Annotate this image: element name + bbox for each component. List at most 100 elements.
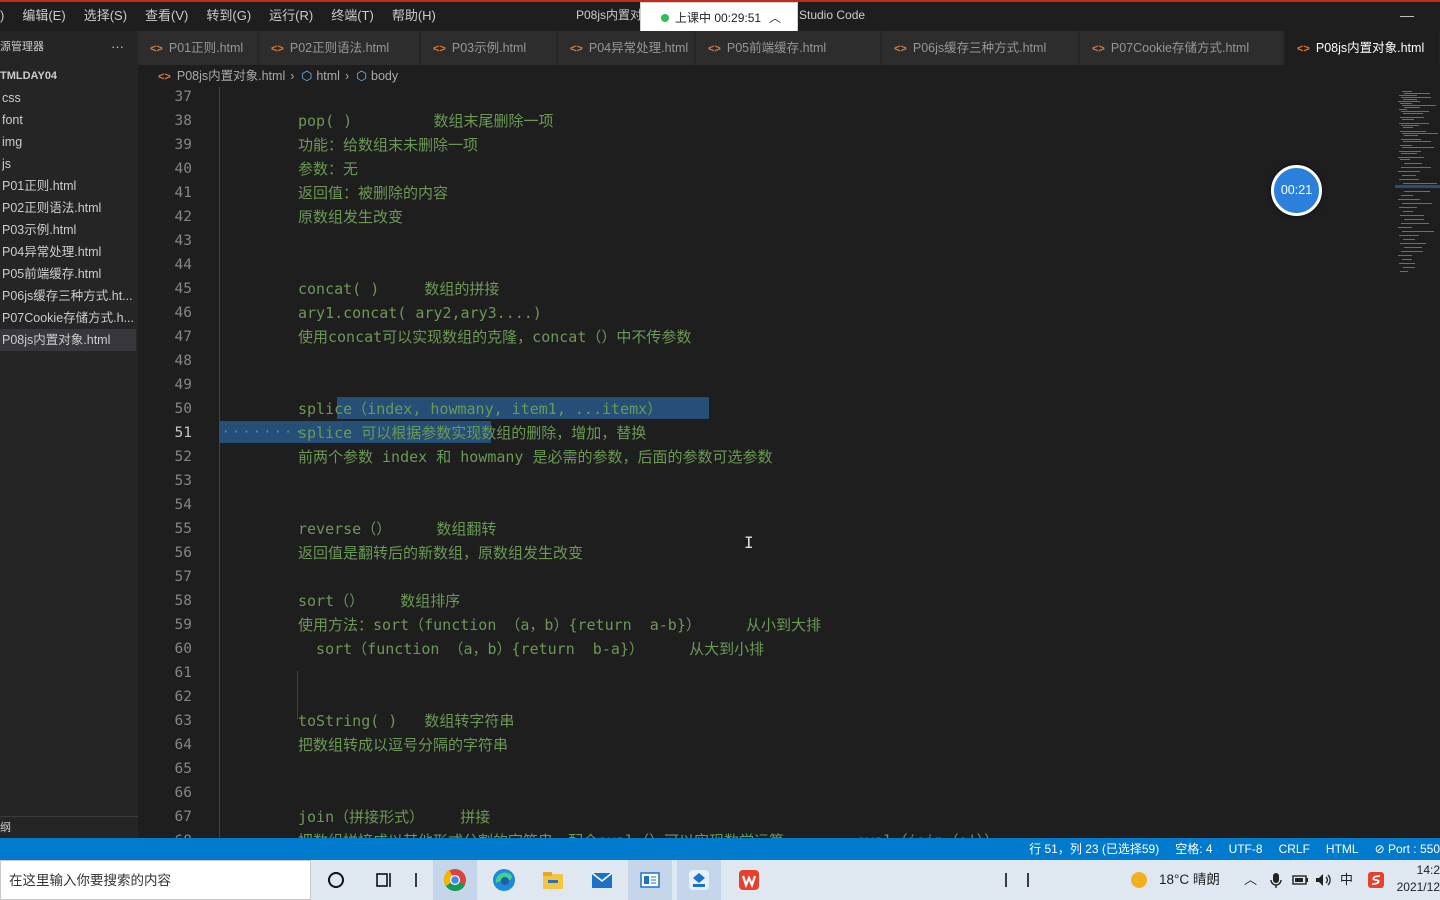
recording-indicator[interactable]: 上课中 00:29:51 ︿ xyxy=(640,2,798,33)
code-line[interactable]: splice 可以根据参数实现数组的删除，增加，替换 xyxy=(298,421,646,445)
code-line[interactable]: 返回值：被删除的内容 xyxy=(298,181,448,205)
minimap-line xyxy=(1401,125,1419,126)
status-encoding[interactable]: UTF-8 xyxy=(1229,838,1263,860)
window-title-app: Studio Code xyxy=(799,8,866,22)
classroom-app-icon[interactable] xyxy=(685,866,713,894)
minimap[interactable] xyxy=(1392,87,1440,287)
minimap-line xyxy=(1399,109,1407,110)
menu-go[interactable]: 转到(G) xyxy=(197,0,260,31)
sidebar-file-item[interactable]: P02正则语法.html xyxy=(2,197,138,219)
minimap-line xyxy=(1404,107,1420,108)
menu-run[interactable]: 运行(R) xyxy=(260,0,322,31)
sidebar-file-item[interactable]: css xyxy=(2,87,138,109)
cortana-icon[interactable] xyxy=(322,866,350,894)
status-cursor-position[interactable]: 行 51，列 23 (已选择59) xyxy=(1029,838,1159,860)
code-line[interactable]: sort（function （a，b）{return b-a}） 从大到小排 xyxy=(298,637,764,661)
editor-tab[interactable]: <> P08js内置对象.html xyxy=(1285,31,1440,65)
tab-label: P05前端缓存.html xyxy=(726,41,827,55)
code-line[interactable]: 功能：给数组末未删除一项 xyxy=(298,133,478,157)
sidebar-file-item[interactable]: P07Cookie存储方式.h... xyxy=(2,307,138,329)
file-explorer-icon[interactable] xyxy=(539,866,567,894)
minimap-line xyxy=(1402,231,1434,232)
sidebar-file-item[interactable]: js xyxy=(2,153,138,175)
more-actions-icon[interactable]: ··· xyxy=(111,31,124,63)
tab-label: P03示例.html xyxy=(451,41,527,55)
menu-view[interactable]: 查看(V) xyxy=(136,0,197,31)
code-line[interactable]: 使用concat可以实现数组的克隆，concat（）中不传参数 xyxy=(298,325,691,349)
code-line[interactable]: sort（） 数组排序 xyxy=(298,589,460,613)
status-indentation[interactable]: 空格: 4 xyxy=(1175,838,1212,860)
minimap-line xyxy=(1402,203,1432,204)
sidebar-file-item[interactable]: img xyxy=(2,131,138,153)
code-line[interactable]: splice（index, howmany, item1, ...itemx） xyxy=(298,397,662,421)
minimap-line xyxy=(1403,127,1413,128)
sidebar-file-item[interactable]: P04异常处理.html xyxy=(2,241,138,263)
menu-selection[interactable]: 选择(S) xyxy=(75,0,136,31)
breadcrumb-file[interactable]: P08js内置对象.html xyxy=(177,69,285,83)
minimap-line xyxy=(1400,131,1426,132)
sidebar-file-item[interactable]: P01正则.html xyxy=(2,175,138,197)
system-clock[interactable]: 14:2 2021/12 xyxy=(1380,862,1440,896)
minimap-line xyxy=(1398,101,1420,102)
outline-section[interactable]: 纲 xyxy=(0,816,138,838)
menu-terminal[interactable]: 终端(T) xyxy=(322,0,383,31)
code-line[interactable]: 返回值是翻转后的新数组，原数组发生改变 xyxy=(298,541,583,565)
code-line[interactable]: 参数：无 xyxy=(298,157,358,181)
code-line[interactable]: 把数组拼接成以其他形式分割的字符串，配合eval（）可以实现数学运算 eval（… xyxy=(298,829,999,838)
breadcrumb-html[interactable]: html xyxy=(316,69,340,83)
chrome-icon[interactable] xyxy=(441,866,469,894)
volume-icon[interactable] xyxy=(1309,866,1337,894)
minimap-line xyxy=(1398,227,1412,228)
editor-tab[interactable]: <> P01正则.html xyxy=(138,31,258,65)
status-port[interactable]: ⊘ Port : 550 xyxy=(1375,838,1440,860)
news-app-icon[interactable] xyxy=(636,866,664,894)
workspace-folder[interactable]: TMLDAY04 xyxy=(0,65,57,87)
code-line[interactable]: reverse（） 数组翻转 xyxy=(298,517,496,541)
editor-tab[interactable]: <> P06js缓存三种方式.html xyxy=(882,31,1079,65)
editor-tab[interactable]: <> P03示例.html xyxy=(421,31,557,65)
editor-tab[interactable]: <> P04异常处理.html xyxy=(558,31,695,65)
code-line[interactable]: 把数组转成以逗号分隔的字符串 xyxy=(298,733,508,757)
menu-help[interactable]: 帮助(H) xyxy=(383,0,445,31)
edge-icon[interactable] xyxy=(490,866,518,894)
line-number: 37 xyxy=(174,89,192,105)
sidebar-file-item[interactable]: P08js内置对象.html xyxy=(0,329,136,351)
mail-icon[interactable] xyxy=(588,866,616,894)
editor-tab[interactable]: <> P02正则语法.html xyxy=(259,31,420,65)
sidebar-file-item[interactable]: P06js缓存三种方式.ht... xyxy=(2,285,138,307)
status-eol[interactable]: CRLF xyxy=(1279,838,1310,860)
minimize-button[interactable]: — xyxy=(1396,0,1418,31)
status-language[interactable]: HTML xyxy=(1326,838,1359,860)
code-line[interactable]: pop( ) 数组末尾删除一项 xyxy=(298,109,553,133)
menu-edit[interactable]: 编辑(E) xyxy=(13,0,74,31)
code-line[interactable]: toString( ) 数组转字符串 xyxy=(298,709,514,733)
editor-tab[interactable]: <> P05前端缓存.html xyxy=(696,31,881,65)
chevron-up-icon[interactable]: ︿ xyxy=(769,9,781,26)
taskbar-search-input[interactable]: 在这里输入你要搜索的内容 xyxy=(0,860,311,900)
input-method-icon[interactable]: 中 xyxy=(1340,860,1353,900)
code-line[interactable]: join（拼接形式） 拼接 xyxy=(298,805,490,829)
window-title: P08js内置对 xyxy=(576,8,643,22)
breadcrumb-body[interactable]: body xyxy=(371,69,398,83)
line-number: 58 xyxy=(174,593,192,609)
code-editor[interactable]: 37 38 pop( ) 数组末尾删除一项 39 功能：给数组末未删除一项 40 参数：无 4… xyxy=(138,87,1440,838)
minimap-line xyxy=(1404,163,1422,164)
wps-icon[interactable] xyxy=(735,866,763,894)
code-line[interactable]: 使用方法：sort（function （a，b）{return a-b}） 从小… xyxy=(298,613,821,637)
code-line[interactable]: concat( ) 数组的拼接 xyxy=(298,277,499,301)
sidebar-file-item[interactable]: P05前端缓存.html xyxy=(2,263,138,285)
editor-tab[interactable]: <> P07Cookie存储方式.html xyxy=(1080,31,1284,65)
sidebar-file-item[interactable]: font xyxy=(2,109,138,131)
chevron-up-icon[interactable]: ︿ xyxy=(1244,860,1257,900)
minimap-line xyxy=(1402,175,1416,176)
code-line[interactable]: ary1.concat( ary2,ary3....) xyxy=(298,301,542,325)
timer-badge[interactable]: 00:21 xyxy=(1271,165,1322,216)
minimap-line xyxy=(1404,219,1424,220)
task-view-icon[interactable] xyxy=(370,866,398,894)
minimap-line xyxy=(1399,235,1419,236)
code-line[interactable]: 前两个参数 index 和 howmany 是必需的参数，后面的参数可选参数 xyxy=(298,445,773,469)
code-line[interactable]: 原数组发生改变 xyxy=(298,205,403,229)
weather-widget[interactable]: 18°C 晴朗 xyxy=(1131,860,1220,900)
line-number: 54 xyxy=(174,497,192,513)
sidebar-file-item[interactable]: P03示例.html xyxy=(2,219,138,241)
